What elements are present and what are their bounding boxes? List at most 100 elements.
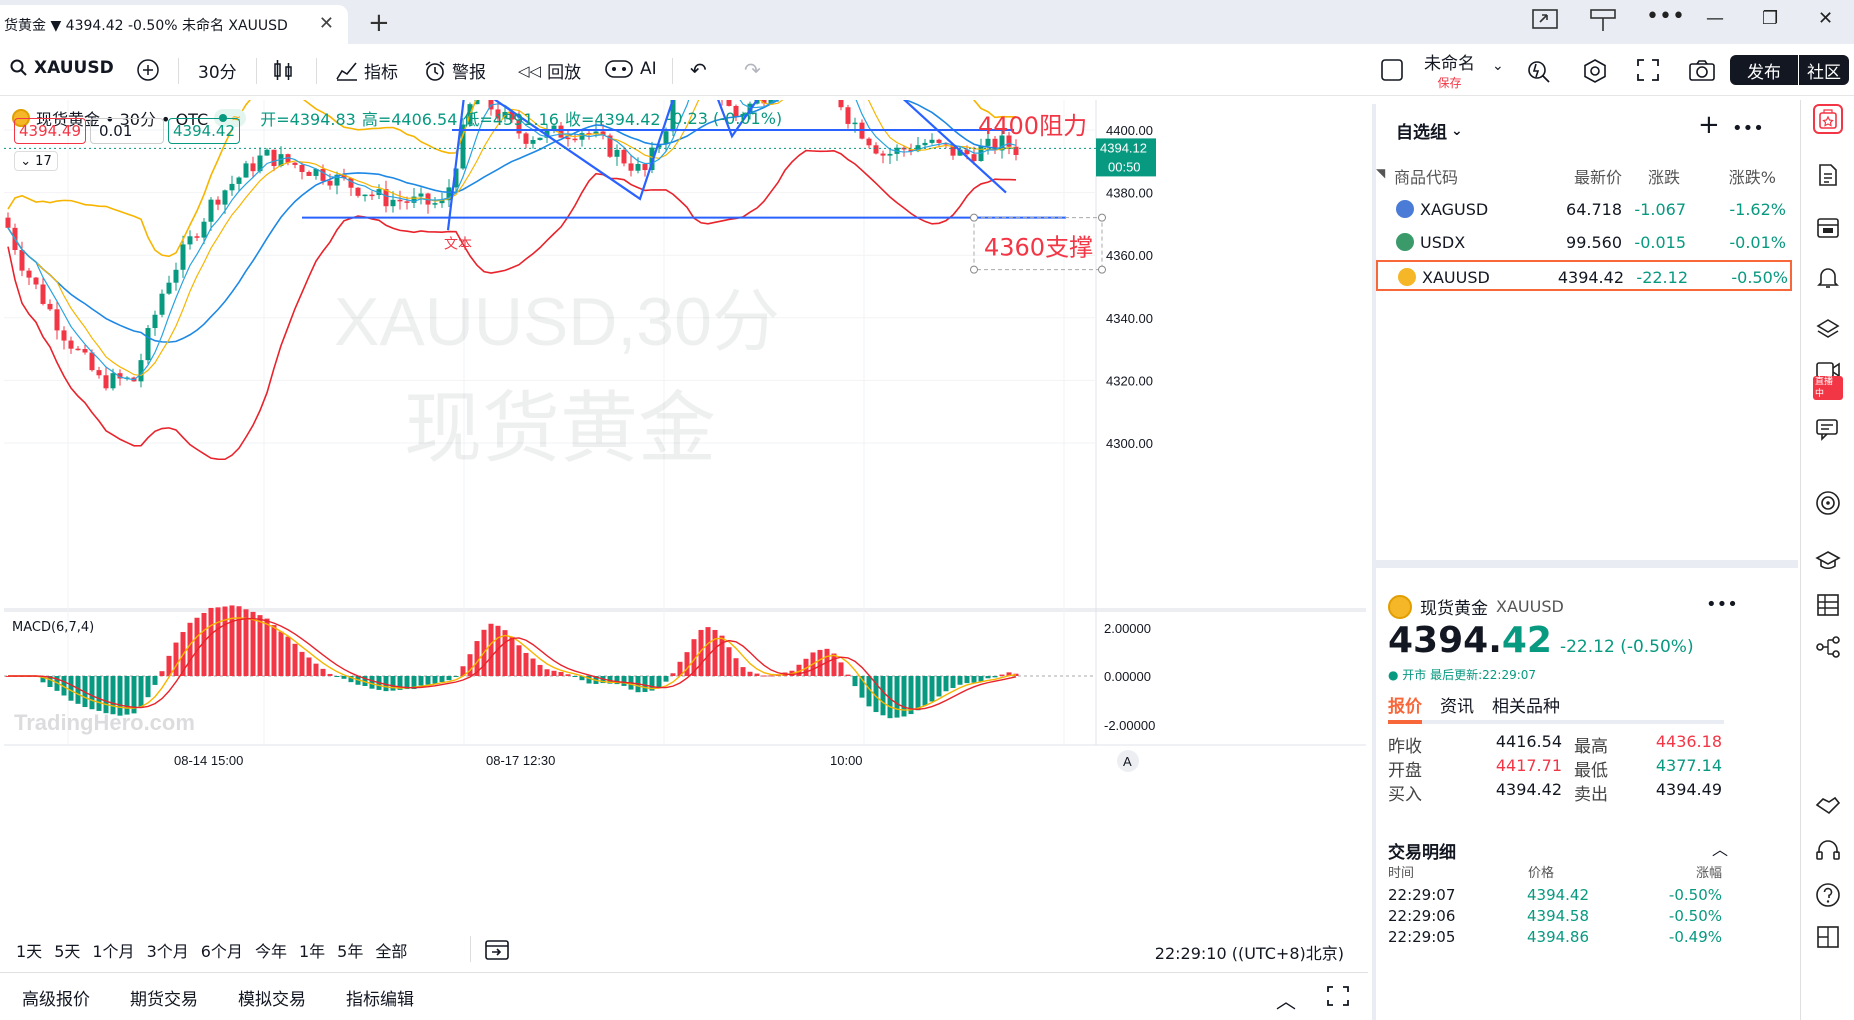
- indicator-toggle[interactable]: ⌄ 17: [14, 151, 58, 171]
- buy-price-button[interactable]: 4394.42: [168, 118, 240, 144]
- calendar-goto-icon[interactable]: [484, 936, 510, 966]
- candle-body: [390, 199, 396, 207]
- drawing-handle[interactable]: [1098, 265, 1106, 274]
- quantity-input[interactable]: 0.01: [90, 118, 164, 144]
- range-6[interactable]: 1年: [299, 938, 332, 962]
- symbol-search[interactable]: XAUUSD: [10, 58, 114, 78]
- watchlist-side-icon[interactable]: [1813, 104, 1843, 134]
- candle-body: [852, 122, 858, 125]
- watchlist-row[interactable]: XAGUSD 64.718 -1.067 -1.62%: [1376, 194, 1792, 225]
- wl-header-2[interactable]: 涨跌: [1624, 164, 1680, 188]
- quick-search-icon[interactable]: [1526, 58, 1552, 84]
- undo-icon[interactable]: ↶: [690, 58, 707, 82]
- bottom-tab-0[interactable]: 高级报价: [22, 985, 90, 1010]
- drawing-handle[interactable]: [970, 213, 978, 222]
- target-icon[interactable]: [1813, 488, 1843, 518]
- layout-dropdown-chevron-icon[interactable]: ⌄: [1492, 58, 1504, 74]
- candle-type-icon[interactable]: [272, 58, 294, 82]
- question-help-icon[interactable]: [1813, 880, 1843, 910]
- redo-icon[interactable]: ↷: [744, 58, 761, 82]
- indicators-button[interactable]: 指标: [336, 58, 398, 83]
- handshake-icon[interactable]: [1813, 790, 1843, 820]
- camera-snapshot-icon[interactable]: [1688, 58, 1716, 82]
- tree-structure-icon[interactable]: [1813, 632, 1843, 662]
- wl-price: 64.718: [1566, 200, 1622, 219]
- wl-header-collapse-icon[interactable]: ◥: [1376, 166, 1385, 180]
- watchlist-more-icon[interactable]: •••: [1732, 118, 1764, 139]
- timezone-clock[interactable]: 22:29:10 ((UTC+8)北京): [1155, 940, 1344, 964]
- education-cap-icon[interactable]: [1813, 546, 1843, 576]
- symbol-logo-icon: [1398, 268, 1416, 286]
- layers-icon[interactable]: [1813, 314, 1843, 344]
- detail-price: 4394.42: [1388, 620, 1552, 661]
- watchlist-row[interactable]: USDX 99.560 -0.015 -0.01%: [1376, 227, 1792, 258]
- bottom-tab-3[interactable]: 指标编辑: [346, 985, 414, 1010]
- detail-more-icon[interactable]: •••: [1706, 594, 1738, 615]
- support-label[interactable]: 4360支撑: [984, 234, 1093, 262]
- resistance-label[interactable]: 4400阻力: [978, 112, 1087, 140]
- restore-icon[interactable]: ❐: [1762, 8, 1778, 29]
- range-5[interactable]: 今年: [255, 938, 294, 962]
- chat-icon[interactable]: [1813, 414, 1843, 444]
- candle-body: [971, 154, 977, 161]
- detail-tab-1[interactable]: 资讯: [1440, 692, 1474, 720]
- range-8[interactable]: 全部: [375, 938, 414, 962]
- more-menu-icon[interactable]: •••: [1646, 4, 1685, 29]
- range-0[interactable]: 1天: [16, 938, 49, 962]
- new-tab-button[interactable]: +: [368, 8, 390, 38]
- grid-table-icon[interactable]: [1813, 590, 1843, 620]
- range-7[interactable]: 5年: [337, 938, 370, 962]
- close-tab-icon[interactable]: ✕: [319, 13, 334, 34]
- screenshot-window-icon[interactable]: [1532, 8, 1558, 35]
- close-window-icon[interactable]: ✕: [1818, 8, 1833, 29]
- document-icon[interactable]: [1813, 160, 1843, 190]
- candle-body: [40, 284, 46, 304]
- text-annotation[interactable]: 文本: [444, 236, 472, 252]
- detail-tab-2[interactable]: 相关品种: [1492, 692, 1560, 720]
- collapse-trades-chevron-icon[interactable]: ︿: [1712, 836, 1728, 860]
- wl-header-1[interactable]: 最新价: [1532, 164, 1622, 188]
- range-1[interactable]: 5天: [54, 938, 87, 962]
- collapse-up-chevron-icon[interactable]: ︿: [1276, 985, 1296, 1014]
- drawing-handle[interactable]: [1098, 213, 1106, 222]
- active-tab[interactable]: 货黄金 ▼ 4394.42 -0.50% 未命名 XAUUSD ✕: [0, 5, 348, 44]
- bell-icon[interactable]: [1813, 262, 1843, 292]
- fullscreen-icon[interactable]: [1636, 58, 1660, 82]
- calendar-icon[interactable]: [1813, 212, 1843, 242]
- macd-bar: [327, 673, 333, 676]
- wl-header-3[interactable]: 涨跌%: [1686, 164, 1776, 188]
- replay-button[interactable]: ◁◁ 回放: [518, 58, 581, 84]
- compare-add-icon[interactable]: [136, 58, 160, 82]
- price-chart-canvas[interactable]: 4440.004420.004400.004380.004360.004340.…: [4, 100, 1366, 880]
- maximize-panel-icon[interactable]: [1326, 985, 1350, 1011]
- wl-header-0[interactable]: 商品代码: [1394, 164, 1458, 188]
- range-2[interactable]: 1个月: [92, 938, 141, 962]
- candle-body: [621, 149, 627, 164]
- layout-split-icon[interactable]: [1590, 8, 1616, 37]
- community-button[interactable]: 社区: [1799, 55, 1849, 85]
- bottom-tab-2[interactable]: 模拟交易: [238, 985, 306, 1010]
- range-4[interactable]: 6个月: [201, 938, 250, 962]
- bottom-tab-1[interactable]: 期货交易: [130, 985, 198, 1010]
- live-stream-icon[interactable]: 直播中: [1813, 360, 1843, 400]
- minimize-icon[interactable]: —: [1706, 8, 1724, 29]
- chart-area[interactable]: 4440.004420.004400.004380.004360.004340.…: [4, 100, 1366, 880]
- publish-button[interactable]: 发布: [1730, 55, 1798, 85]
- pane-separator[interactable]: [4, 608, 1366, 612]
- interval-button[interactable]: 30分: [198, 58, 237, 83]
- range-3[interactable]: 3个月: [147, 938, 196, 962]
- layout-name[interactable]: 未命名 保存: [1424, 49, 1475, 91]
- settings-gear-icon[interactable]: [1582, 58, 1608, 84]
- watchlist-row[interactable]: XAUUSD 4394.42 -22.12 -0.50%: [1376, 260, 1792, 291]
- headset-support-icon[interactable]: [1813, 836, 1843, 866]
- watchlist-title[interactable]: 自选组 ⌄: [1396, 118, 1463, 144]
- detail-tab-0[interactable]: 报价: [1388, 692, 1422, 724]
- indicator-count: 17: [35, 153, 52, 169]
- alerts-button[interactable]: 警报: [424, 58, 486, 83]
- ai-button[interactable]: AI: [604, 58, 657, 80]
- layout-checkbox-icon[interactable]: [1380, 58, 1404, 82]
- add-symbol-icon[interactable]: +: [1698, 110, 1720, 140]
- split-layout-icon[interactable]: [1813, 922, 1843, 952]
- sell-price-button[interactable]: 4394.49: [14, 118, 86, 144]
- drawing-handle[interactable]: [970, 265, 978, 274]
